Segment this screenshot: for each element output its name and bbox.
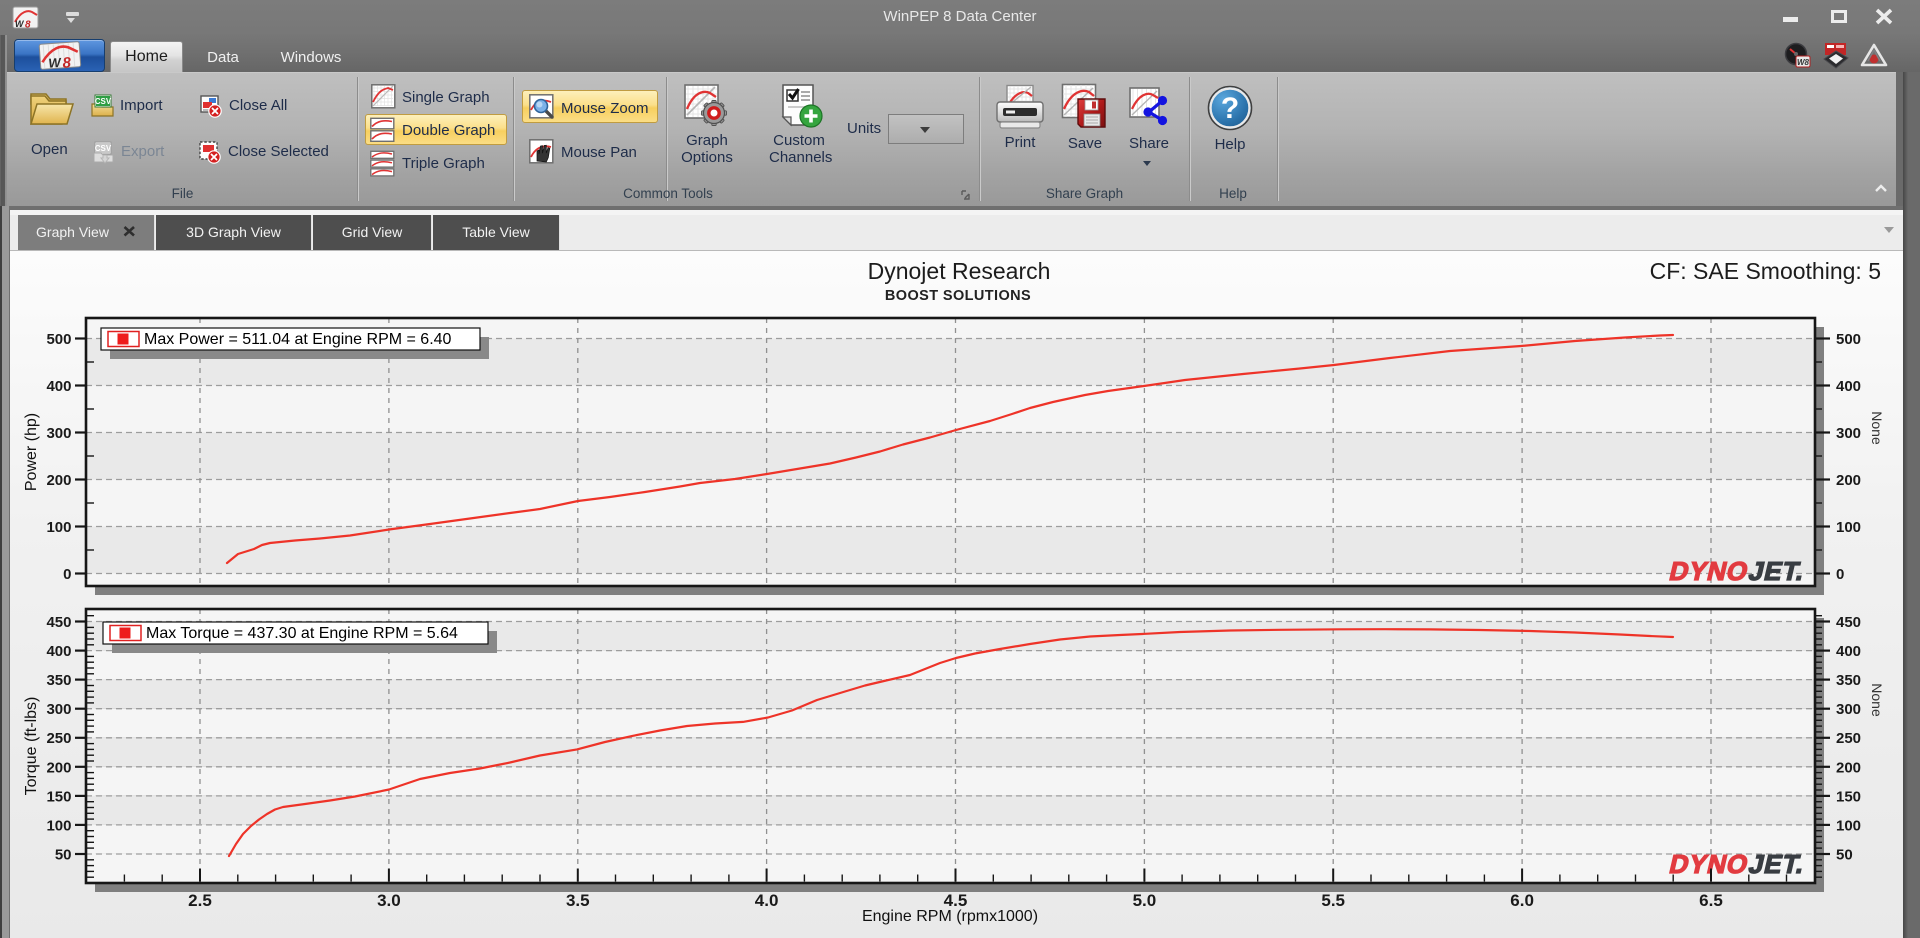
svg-text:300: 300	[1836, 425, 1861, 442]
svg-text:500: 500	[46, 331, 71, 348]
svg-text:BOOST SOLUTIONS: BOOST SOLUTIONS	[885, 288, 1031, 304]
svg-text:50: 50	[1836, 847, 1853, 864]
svg-text:JET.: JET.	[1746, 556, 1808, 586]
svg-text:250: 250	[1836, 730, 1861, 747]
svg-text:DYNO: DYNO	[1667, 556, 1752, 586]
svg-text:0: 0	[1836, 566, 1844, 583]
svg-text:300: 300	[1836, 701, 1861, 718]
svg-text:100: 100	[1836, 519, 1861, 536]
svg-text:JET.: JET.	[1746, 849, 1808, 879]
svg-text:150: 150	[1836, 788, 1861, 805]
svg-text:3.5: 3.5	[566, 891, 590, 910]
svg-text:400: 400	[1836, 643, 1861, 660]
svg-text:Torque (ft-lbs): Torque (ft-lbs)	[23, 697, 40, 796]
svg-text:500: 500	[1836, 331, 1861, 348]
svg-text:100: 100	[46, 817, 71, 834]
svg-text:350: 350	[46, 672, 71, 689]
svg-text:0: 0	[63, 566, 71, 583]
svg-text:Max Torque = 437.30 at Engine: Max Torque = 437.30 at Engine RPM = 5.64	[146, 625, 458, 642]
svg-text:100: 100	[46, 519, 71, 536]
svg-text:None: None	[1869, 683, 1885, 717]
svg-text:300: 300	[46, 425, 71, 442]
svg-text:None: None	[1869, 411, 1885, 445]
svg-text:6.5: 6.5	[1699, 891, 1723, 910]
svg-text:4.0: 4.0	[755, 891, 779, 910]
svg-text:200: 200	[1836, 759, 1861, 776]
svg-text:50: 50	[55, 847, 72, 864]
svg-text:6.0: 6.0	[1510, 891, 1534, 910]
svg-text:100: 100	[1836, 817, 1861, 834]
svg-text:350: 350	[1836, 672, 1861, 689]
svg-text:250: 250	[46, 730, 71, 747]
svg-text:400: 400	[1836, 378, 1861, 395]
svg-text:Engine RPM (rpmx1000): Engine RPM (rpmx1000)	[862, 908, 1038, 925]
svg-text:CF: SAE Smoothing: 5: CF: SAE Smoothing: 5	[1650, 258, 1881, 284]
svg-text:300: 300	[46, 701, 71, 718]
svg-text:Max Power = 511.04 at Engine R: Max Power = 511.04 at Engine RPM = 6.40	[144, 331, 452, 348]
svg-text:200: 200	[46, 472, 71, 489]
svg-text:150: 150	[46, 788, 71, 805]
svg-text:2.5: 2.5	[188, 891, 212, 910]
svg-text:5.5: 5.5	[1321, 891, 1345, 910]
svg-text:400: 400	[46, 378, 71, 395]
svg-text:5.0: 5.0	[1133, 891, 1157, 910]
svg-text:400: 400	[46, 643, 71, 660]
svg-text:Power (hp): Power (hp)	[23, 413, 40, 491]
svg-text:DYNO: DYNO	[1667, 849, 1752, 879]
svg-text:Dynojet Research: Dynojet Research	[868, 258, 1051, 284]
svg-text:450: 450	[46, 614, 71, 631]
svg-text:3.0: 3.0	[377, 891, 401, 910]
svg-text:450: 450	[1836, 614, 1861, 631]
svg-text:200: 200	[1836, 472, 1861, 489]
svg-text:200: 200	[46, 759, 71, 776]
